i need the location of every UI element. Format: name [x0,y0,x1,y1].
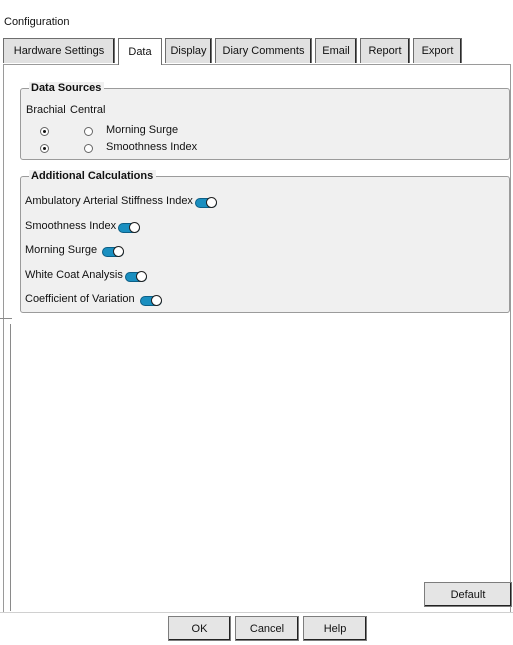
coefficient-of-variation-toggle[interactable] [140,295,162,306]
tab-diary-comments[interactable]: Diary Comments [215,38,312,63]
additional-calculations-group: Additional Calculations Ambulatory Arter… [20,170,510,313]
coefficient-of-variation-label: Coefficient of Variation [25,293,135,305]
toggle-knob [151,295,162,306]
ok-button-label: OK [191,622,208,635]
tab-label: Display [170,45,207,57]
toggle-knob [136,271,147,282]
smoothness-index-calc-label: Smoothness Index [25,220,117,232]
ok-button[interactable]: OK [168,616,231,641]
window-header: Configuration [0,0,513,34]
default-button-label: Default [450,588,486,601]
smoothness-index-brachial-radio[interactable] [40,144,49,153]
tab-strip: Hardware Settings Data Display Diary Com… [3,38,513,65]
central-column-label: Central [70,104,106,116]
morning-surge-brachial-radio[interactable] [40,127,49,136]
smoothness-index-central-radio[interactable] [84,144,93,153]
tab-email[interactable]: Email [315,38,357,63]
tab-label: Diary Comments [222,45,305,57]
cancel-button[interactable]: Cancel [235,616,299,641]
aasi-label: Ambulatory Arterial Stiffness Index [25,195,193,207]
tab-label: Export [421,45,454,57]
aasi-toggle[interactable] [195,197,217,208]
tab-label: Email [322,45,350,57]
tab-data[interactable]: Data [118,38,162,65]
cancel-button-label: Cancel [249,622,285,635]
help-button-label: Help [323,622,347,635]
morning-surge-central-radio[interactable] [84,127,93,136]
tab-report[interactable]: Report [360,38,410,63]
tab-label: Data [128,46,152,58]
data-sources-group: Data Sources Brachial Central Morning Su… [20,82,510,160]
help-button[interactable]: Help [303,616,367,641]
window-title: Configuration [4,16,70,28]
smoothness-index-toggle[interactable] [118,222,140,233]
tab-label: Report [368,45,402,57]
white-coat-analysis-toggle[interactable] [125,271,147,282]
data-sources-legend: Data Sources [29,82,105,95]
morning-surge-calc-label: Morning Surge [25,244,98,256]
default-button[interactable]: Default [424,582,512,607]
toggle-knob [113,246,124,257]
toggle-knob [129,222,140,233]
tab-export[interactable]: Export [413,38,462,63]
divider [0,318,12,319]
brachial-column-label: Brachial [26,104,66,116]
morning-surge-label: Morning Surge [106,124,179,136]
toggle-knob [206,197,217,208]
tab-hardware-settings[interactable]: Hardware Settings [3,38,115,63]
morning-surge-toggle[interactable] [102,246,124,257]
divider [10,324,11,611]
tab-display[interactable]: Display [165,38,212,63]
additional-calculations-legend: Additional Calculations [29,170,157,183]
smoothness-index-label: Smoothness Index [106,141,198,153]
white-coat-analysis-label: White Coat Analysis [25,269,123,281]
tab-label: Hardware Settings [13,45,105,57]
